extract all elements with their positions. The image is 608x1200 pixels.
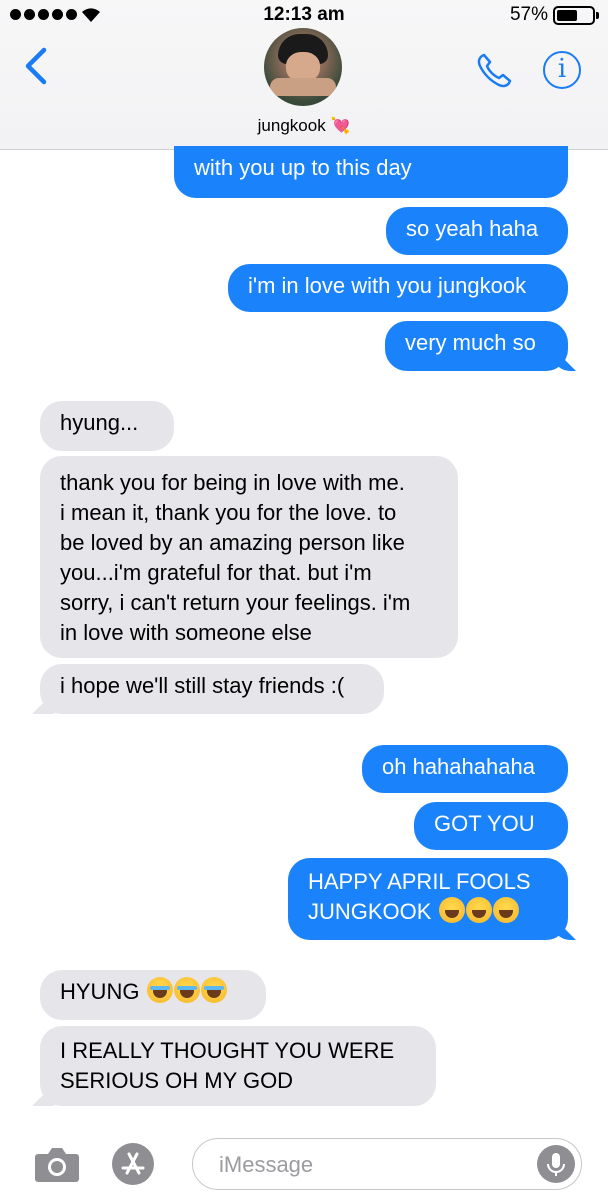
message-line: HAPPY APRIL FOOLS bbox=[308, 869, 531, 894]
message-text: HYUNG bbox=[60, 979, 140, 1004]
message-line: I REALLY THOUGHT YOU WERE bbox=[60, 1038, 395, 1063]
contact-name-label: jungkook bbox=[257, 116, 326, 135]
message-bubble-sent[interactable]: HAPPY APRIL FOOLS JUNGKOOK bbox=[288, 858, 568, 940]
message-line: in love with someone else bbox=[60, 620, 312, 645]
message-input-bar: iMessage bbox=[0, 1128, 608, 1200]
message-bubble-received[interactable]: i hope we'll still stay friends :( bbox=[40, 664, 384, 714]
phone-icon[interactable] bbox=[472, 50, 516, 90]
message-bubble-sent[interactable]: with you up to this day bbox=[174, 146, 568, 198]
battery-percentage: 57% bbox=[509, 4, 548, 25]
microphone-icon[interactable] bbox=[537, 1145, 575, 1183]
message-text: oh hahahahaha bbox=[382, 754, 535, 779]
message-line: thank you for being in love with me. bbox=[60, 470, 405, 495]
message-text: hyung... bbox=[60, 410, 139, 435]
message-bubble-received[interactable]: I REALLY THOUGHT YOU WERE SERIOUS OH MY … bbox=[40, 1026, 436, 1106]
message-line-text: JUNGKOOK bbox=[308, 899, 432, 924]
message-text: with you up to this day bbox=[194, 155, 412, 180]
crying-emoji-icon bbox=[173, 977, 200, 1003]
battery-icon bbox=[553, 6, 599, 25]
message-bubble-received[interactable]: hyung... bbox=[40, 401, 174, 451]
laughing-emoji-icon bbox=[492, 897, 519, 923]
imessage-placeholder: iMessage bbox=[219, 1152, 314, 1177]
heart-arrow-emoji: 💘 bbox=[330, 118, 351, 135]
message-bubble-sent[interactable]: oh hahahahaha bbox=[362, 745, 568, 793]
message-line: be loved by an amazing person like bbox=[60, 530, 405, 555]
info-icon[interactable]: i bbox=[543, 51, 581, 89]
message-text: very much so bbox=[405, 330, 536, 355]
message-line: you...i'm grateful for that. but i'm bbox=[60, 560, 372, 585]
message-bubble-sent[interactable]: GOT YOU bbox=[414, 802, 568, 850]
message-line: i mean it, thank you for the love. to bbox=[60, 500, 397, 525]
crying-emoji-icon bbox=[146, 977, 173, 1003]
back-chevron-icon[interactable] bbox=[20, 46, 54, 86]
message-line: JUNGKOOK bbox=[308, 897, 548, 927]
message-line: sorry, i can't return your feelings. i'm bbox=[60, 590, 411, 615]
conversation-header: 12:13 am 57% jungkook 💘 i bbox=[0, 0, 608, 150]
message-text: i hope we'll still stay friends :( bbox=[60, 673, 345, 698]
contact-avatar[interactable] bbox=[264, 28, 342, 106]
imessage-input[interactable]: iMessage bbox=[192, 1138, 582, 1190]
laughing-emoji-icon bbox=[438, 897, 465, 923]
message-line: SERIOUS OH MY GOD bbox=[60, 1068, 294, 1093]
message-text: so yeah haha bbox=[406, 216, 539, 241]
message-bubble-sent[interactable]: so yeah haha bbox=[386, 207, 568, 255]
status-bar: 12:13 am 57% bbox=[0, 0, 608, 30]
message-text: i'm in love with you jungkook bbox=[248, 273, 527, 298]
laughing-emoji-icon bbox=[465, 897, 492, 923]
crying-emoji-icon bbox=[200, 977, 227, 1003]
message-bubble-received[interactable]: thank you for being in love with me. i m… bbox=[40, 456, 458, 658]
contact-name[interactable]: jungkook 💘 bbox=[0, 116, 608, 136]
message-bubble-received[interactable]: HYUNG bbox=[40, 970, 266, 1020]
app-store-icon[interactable] bbox=[112, 1143, 154, 1185]
message-bubble-sent[interactable]: i'm in love with you jungkook bbox=[228, 264, 568, 312]
message-text: GOT YOU bbox=[434, 811, 535, 836]
camera-icon[interactable] bbox=[34, 1146, 80, 1182]
message-bubble-sent[interactable]: very much so bbox=[385, 321, 568, 371]
